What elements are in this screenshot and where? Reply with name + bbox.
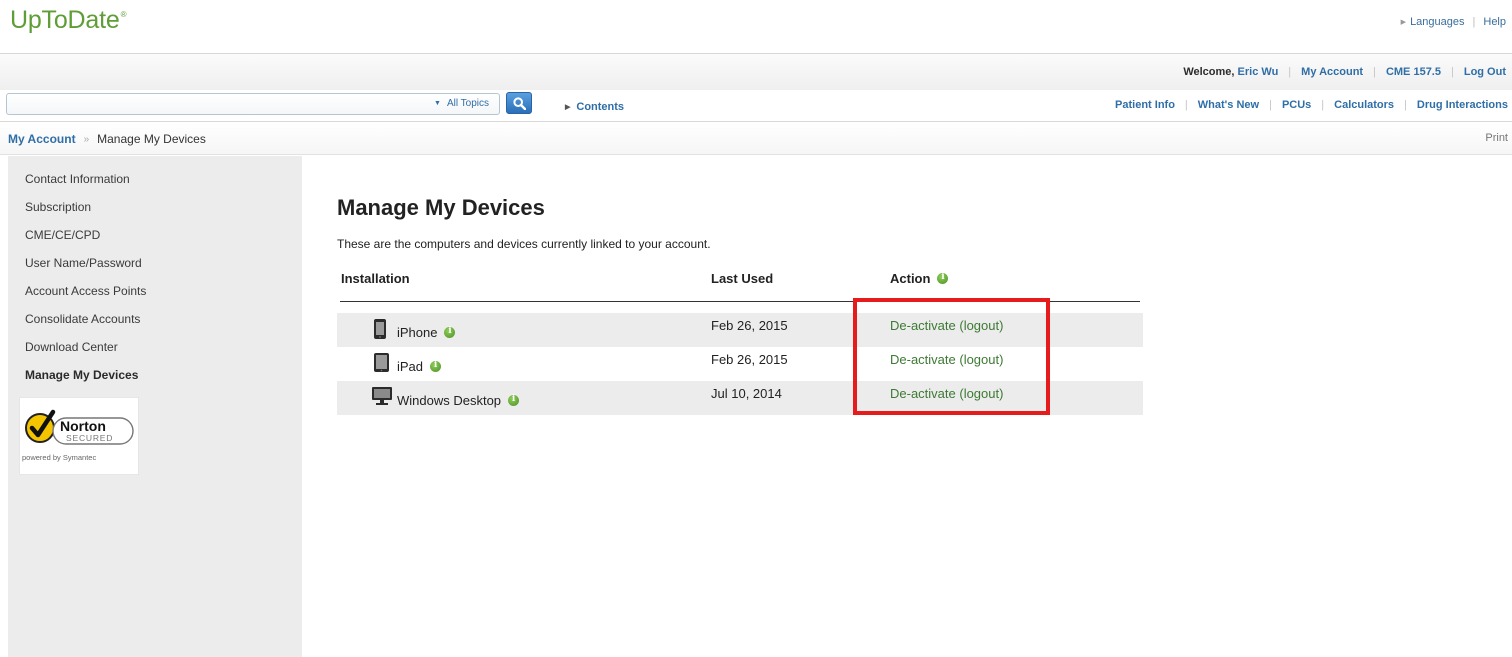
main-nav: Patient Info | What's New | PCUs | Calcu…: [1115, 99, 1508, 111]
logout-link[interactable]: Log Out: [1464, 66, 1506, 78]
tablet-icon: [374, 353, 389, 372]
device-name-label: iPad: [397, 359, 424, 374]
sidebar-item-user-name-password[interactable]: User Name/Password: [25, 256, 142, 270]
separator: |: [1472, 16, 1476, 28]
sidebar-item-contact-information[interactable]: Contact Information: [25, 172, 130, 186]
sidebar-item-cme[interactable]: CME/CE/CPD: [25, 228, 100, 242]
desktop-icon: [372, 387, 392, 405]
contents-link[interactable]: ▶ Contents: [565, 101, 624, 113]
breadcrumb-my-account[interactable]: My Account: [8, 132, 76, 146]
separator: |: [1404, 99, 1407, 111]
nav-pcus[interactable]: PCUs: [1282, 99, 1311, 111]
nav-whats-new[interactable]: What's New: [1198, 99, 1259, 111]
sidebar-item-consolidate-accounts[interactable]: Consolidate Accounts: [25, 312, 140, 326]
welcome-label: Welcome,: [1183, 66, 1235, 78]
column-header-action: Action: [890, 271, 949, 286]
user-name: Eric Wu: [1237, 66, 1279, 78]
separator: |: [1288, 66, 1292, 78]
page-title: Manage My Devices: [337, 195, 545, 220]
user-bar: Welcome, Eric Wu | My Account | CME 157.…: [0, 54, 1512, 90]
chevron-down-icon: ▼: [434, 100, 441, 107]
registered-mark: ®: [120, 10, 127, 19]
search-input[interactable]: [11, 96, 401, 112]
separator: |: [1184, 99, 1188, 111]
nav-drug-interactions[interactable]: Drug Interactions: [1417, 99, 1508, 111]
phone-icon: [374, 319, 386, 339]
last-used: Feb 26, 2015: [711, 352, 788, 367]
separator: |: [1321, 99, 1325, 111]
norton-brand-text: Norton: [60, 418, 106, 434]
device-name-label: Windows Desktop: [397, 393, 502, 408]
norton-seal-graphic: Norton SECURED powered by Symantec: [22, 409, 134, 462]
help-link[interactable]: Help: [1483, 16, 1506, 28]
my-account-link[interactable]: My Account: [1301, 66, 1363, 78]
highlight-annotation-box: [853, 298, 1050, 415]
languages-link[interactable]: Languages: [1410, 16, 1464, 28]
contents-arrow-icon: ▶: [565, 104, 571, 111]
sidebar-item-subscription[interactable]: Subscription: [25, 200, 91, 214]
separator: |: [1269, 99, 1272, 111]
sidebar-item-account-access-points[interactable]: Account Access Points: [25, 284, 146, 298]
uptodate-logo[interactable]: UpToDate®: [10, 6, 126, 46]
norton-secured-text: SECURED: [66, 433, 113, 443]
languages-arrow-icon: ▶: [1400, 19, 1407, 26]
column-header-last-used: Last Used: [711, 271, 774, 286]
page-description: These are the computers and devices curr…: [337, 237, 711, 251]
info-icon[interactable]: [937, 272, 949, 284]
device-name: iPhone: [397, 325, 456, 340]
device-name: Windows Desktop: [397, 393, 520, 408]
device-name: iPad: [397, 359, 442, 374]
search-box: ▼ All Topics: [6, 93, 500, 115]
info-icon[interactable]: [430, 360, 442, 372]
logo-text: UpToDate: [10, 6, 120, 34]
device-name-label: iPhone: [397, 325, 438, 340]
column-header-installation: Installation: [341, 271, 410, 286]
search-icon: [513, 97, 526, 110]
info-icon[interactable]: [508, 394, 520, 406]
breadcrumb-bar: My Account » Manage My Devices Print: [0, 123, 1512, 155]
last-used: Jul 10, 2014: [711, 386, 782, 401]
cme-link[interactable]: CME 157.5: [1386, 66, 1441, 78]
top-links: ▶ Languages | Help: [1401, 16, 1506, 28]
topic-scope-dropdown[interactable]: ▼ All Topics: [434, 98, 489, 109]
separator: |: [1450, 66, 1454, 78]
search-bar: ▼ All Topics ▶ Contents Patient Info | W…: [0, 90, 1512, 122]
sidebar-item-manage-my-devices[interactable]: Manage My Devices: [25, 368, 138, 382]
print-link[interactable]: Print: [1485, 132, 1508, 144]
separator: |: [1373, 66, 1376, 78]
breadcrumb: My Account » Manage My Devices: [8, 132, 206, 146]
contents-label: Contents: [576, 101, 625, 113]
breadcrumb-separator-icon: »: [83, 133, 90, 145]
last-used: Feb 26, 2015: [711, 318, 788, 333]
sidebar-item-download-center[interactable]: Download Center: [25, 340, 118, 354]
action-header-label: Action: [890, 271, 931, 286]
search-button[interactable]: [506, 92, 532, 114]
norton-secured-seal[interactable]: Norton SECURED powered by Symantec: [19, 397, 139, 475]
norton-powered-text: powered by Symantec: [22, 453, 96, 462]
breadcrumb-current: Manage My Devices: [97, 132, 206, 146]
nav-patient-info[interactable]: Patient Info: [1115, 99, 1175, 111]
account-sidebar: Contact Information Subscription CME/CE/…: [8, 156, 302, 657]
info-icon[interactable]: [444, 326, 456, 338]
topic-scope-label: All Topics: [446, 98, 489, 109]
nav-calculators[interactable]: Calculators: [1334, 99, 1394, 111]
